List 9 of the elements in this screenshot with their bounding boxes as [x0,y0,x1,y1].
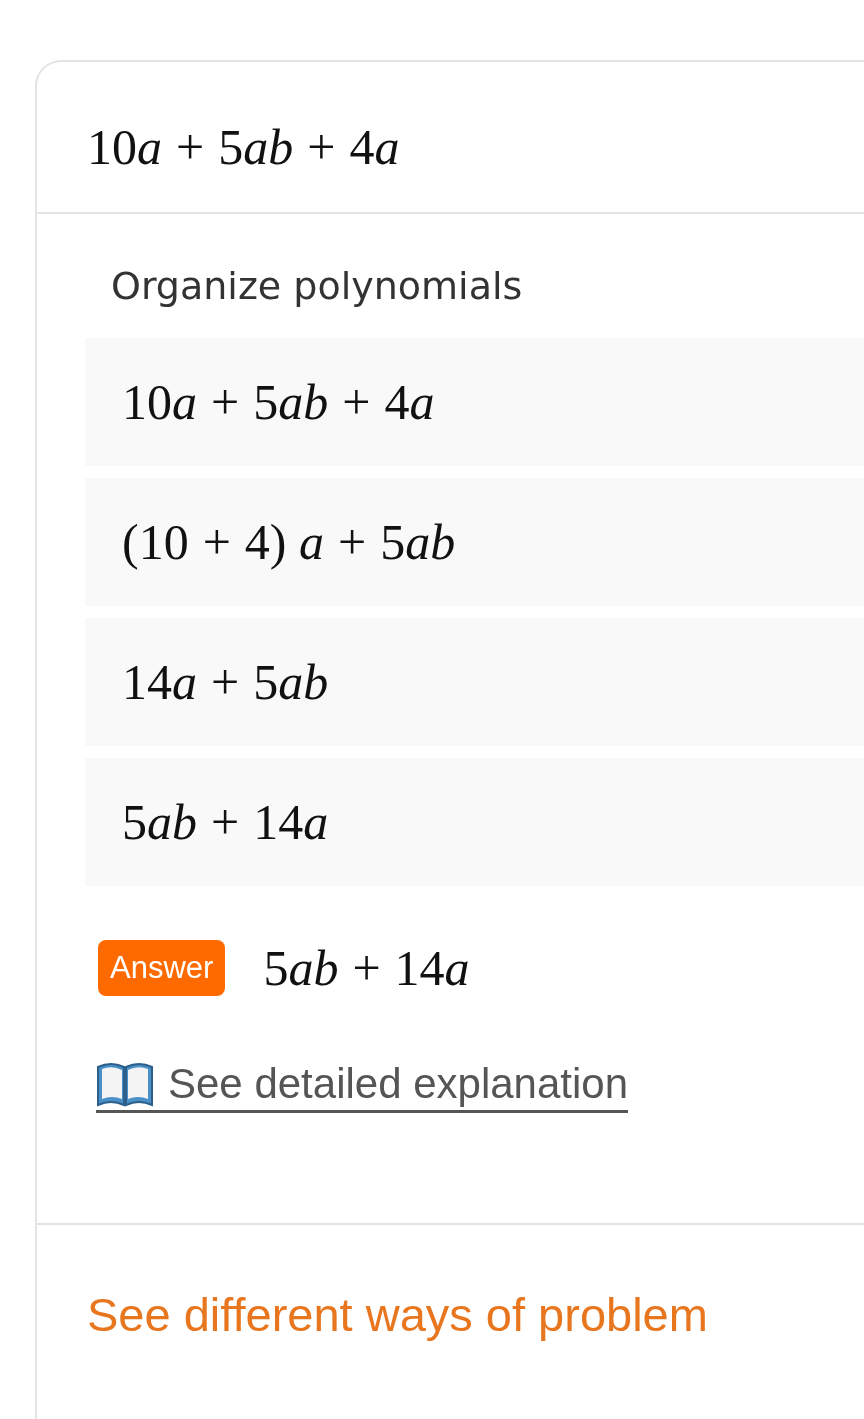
answer-badge: Answer [98,940,226,997]
section-title: Organize polynomials [111,264,524,308]
book-icon [96,1061,154,1108]
step-expression: 14a + 5ab [122,657,329,707]
explanation-link[interactable]: See detailed explanation [96,1060,629,1114]
step-expression: 10a + 5ab + 4a [122,377,435,427]
problem-expression: 10a + 5ab + 4a [87,119,400,175]
answer-expression: 5ab + 14a [263,943,470,994]
step-expression: 5ab + 14a [122,797,329,847]
